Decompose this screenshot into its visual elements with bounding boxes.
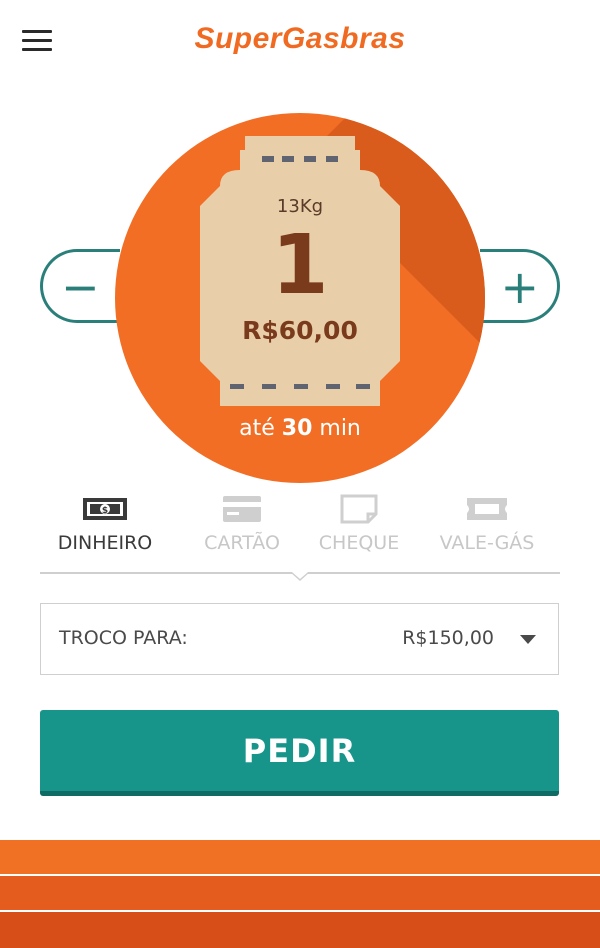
decrement-button[interactable]: − — [40, 249, 120, 323]
brand-logo: SuperGasbras — [194, 22, 406, 55]
increment-button[interactable]: + — [480, 249, 560, 323]
quantity-value: 1 — [271, 218, 329, 313]
troco-value: R$150,00 — [402, 627, 494, 649]
footer-stripe — [0, 840, 600, 874]
svg-text:$: $ — [102, 506, 108, 516]
tab-cheque[interactable]: CHEQUE — [294, 488, 424, 554]
tab-dinheiro[interactable]: $ DINHEIRO — [40, 488, 170, 554]
active-tab-caret-inner — [292, 572, 308, 579]
voucher-icon — [467, 498, 507, 520]
eta-value: 30 — [281, 416, 313, 441]
app-header: SuperGasbras — [0, 0, 600, 84]
tab-label: DINHEIRO — [57, 532, 153, 554]
troco-label: TROCO PARA: — [59, 627, 188, 649]
credit-card-icon — [223, 496, 261, 522]
tab-cartao[interactable]: CARTÃO — [177, 488, 307, 554]
troco-select[interactable]: TROCO PARA: R$150,00 — [40, 603, 559, 675]
eta-unit: min — [319, 416, 361, 441]
payment-tabs: $ DINHEIRO CARTÃO CHEQUE VALE-GÁS — [40, 488, 560, 578]
cash-icon: $ — [83, 498, 127, 520]
quantity-selector: − + 13Kg 1 R$60,00 até 30 min — [0, 100, 600, 483]
tab-label: CHEQUE — [318, 532, 400, 554]
tab-vale-gas[interactable]: VALE-GÁS — [422, 488, 552, 554]
pedir-button[interactable]: PEDIR — [40, 710, 559, 796]
footer-stripe — [0, 912, 600, 948]
order-price: R$60,00 — [242, 316, 358, 345]
dropdown-arrow-icon — [520, 635, 536, 644]
tank-weight-label: 13Kg — [276, 196, 324, 217]
check-icon — [340, 494, 378, 524]
eta-prefix: até — [239, 416, 275, 441]
tab-label: VALE-GÁS — [439, 532, 535, 554]
tab-label: CARTÃO — [204, 532, 280, 554]
plus-icon: + — [500, 260, 539, 314]
delivery-eta: até 30 min — [115, 416, 485, 441]
minus-icon: − — [61, 260, 100, 314]
footer-stripe — [0, 876, 600, 910]
